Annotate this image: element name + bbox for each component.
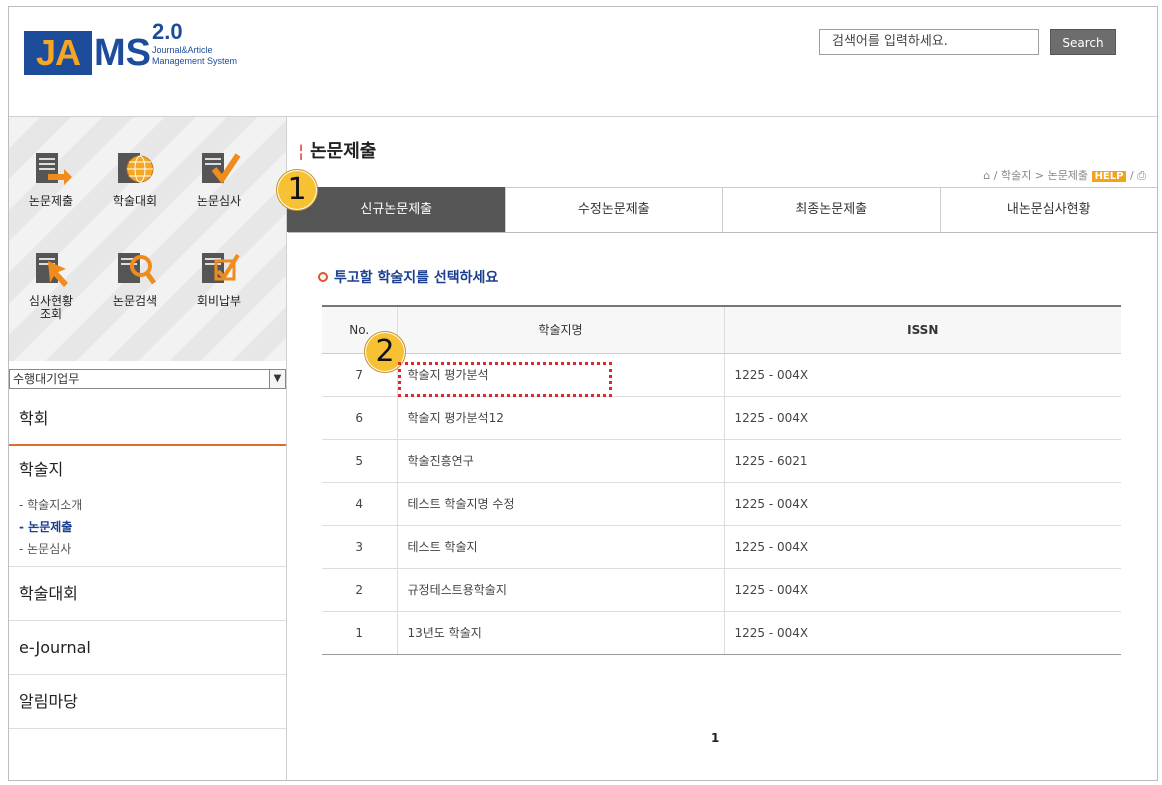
row-journal-link[interactable]: 학술진흥연구 [397, 439, 725, 483]
row-journal-link[interactable]: 테스트 학술지명 수정 [397, 482, 725, 526]
select-journal-heading-text: 투고할 학술지를 선택하세요 [334, 270, 499, 286]
table-row: 4 테스트 학술지명 수정 1225 - 004X [322, 482, 1121, 526]
table-row: 2 규정테스트용학술지 1225 - 004X [322, 568, 1121, 612]
site-header: JA MS 2.0 Journal&Article Management Sys… [9, 7, 1157, 117]
side-nav: 학회 학술지 - 학술지소개 - 논문제출 - 논문심사 학술대회 e-Jour… [9, 392, 286, 729]
pagination-page[interactable]: 1 [711, 731, 719, 745]
tab-revised-submission[interactable]: 수정논문제출 [504, 187, 723, 232]
quick-menu-label: 회비납부 [196, 294, 242, 308]
row-issn: 1225 - 6021 [724, 439, 1121, 483]
quick-menu-label: 학술대회 [112, 194, 158, 208]
quick-menu-review-status[interactable]: 심사현황 조회 [11, 247, 91, 321]
step-1-callout: 1 [276, 169, 318, 211]
doc-check-icon [196, 147, 242, 193]
nav-sub-journal-intro[interactable]: - 학술지소개 [19, 494, 286, 516]
nav-conference[interactable]: 학술대회 [9, 567, 286, 621]
row-journal-link[interactable]: 규정테스트용학술지 [397, 568, 725, 612]
tab-new-submission[interactable]: 신규논문제출 [287, 187, 506, 232]
nav-journal[interactable]: 학술지 [9, 446, 286, 494]
row-issn: 1225 - 004X [724, 482, 1121, 526]
breadcrumb-path: 학술지 > 논문제출 [1001, 169, 1089, 182]
sidebar: 논문제출 학술대회 논문심사 심사현황 조회 논문검색 회비납부 수행대기업무 … [9, 117, 287, 780]
row-no: 4 [322, 482, 398, 526]
quick-menu: 논문제출 학술대회 논문심사 심사현황 조회 논문검색 회비납부 [9, 117, 286, 361]
doc-pen-icon [196, 247, 242, 293]
col-journal-name: 학술지명 [397, 305, 725, 354]
breadcrumb-sep: / [1129, 169, 1134, 182]
nav-sub-paper-review[interactable]: - 논문심사 [19, 538, 286, 560]
quick-menu-conference[interactable]: 학술대회 [95, 147, 175, 208]
quick-menu-label: 논문검색 [112, 294, 158, 308]
row-journal-link[interactable]: 테스트 학술지 [397, 525, 725, 569]
nav-society[interactable]: 학회 [9, 392, 286, 446]
table-row: 6 학술지 평가분석12 1225 - 004X [322, 396, 1121, 440]
nav-sub-paper-submit[interactable]: - 논문제출 [19, 516, 286, 538]
tab-my-review-status[interactable]: 내논문심사현황 [939, 187, 1157, 232]
circle-bullet-icon [318, 272, 328, 282]
browser-frame: JA MS 2.0 Journal&Article Management Sys… [8, 6, 1158, 781]
doc-arrow-icon [28, 147, 74, 193]
help-button[interactable]: HELP [1091, 171, 1127, 182]
breadcrumb-sep: / [993, 169, 998, 182]
breadcrumb: ⌂ / 학술지 > 논문제출 HELP / ⎙ [983, 167, 1146, 183]
quick-menu-label: 심사현황 조회 [11, 295, 91, 321]
logo-subtitle: Journal&Article Management System [152, 45, 262, 67]
task-select[interactable]: 수행대기업무 ▼ [9, 369, 286, 389]
row-no: 1 [322, 611, 398, 655]
main-content: ¦ 논문제출 ⌂ / 학술지 > 논문제출 HELP / ⎙ 신규논문제출 수정논… [287, 117, 1157, 780]
quick-menu-label: 논문심사 [196, 194, 242, 208]
quick-menu-submit[interactable]: 논문제출 [11, 147, 91, 208]
nav-journal-subs: - 학술지소개 - 논문제출 - 논문심사 [9, 494, 286, 567]
logo-version: 2.0 [152, 19, 183, 44]
search-button[interactable]: Search [1050, 29, 1116, 55]
logo-ms: MS [94, 32, 151, 74]
title-bar-icon: ¦ [298, 141, 305, 162]
logo-ja: JA [24, 31, 92, 75]
page-title-text: 논문제출 [310, 141, 377, 162]
row-journal-link[interactable]: 13년도 학술지 [397, 611, 725, 655]
submit-tabs: 신규논문제출 수정논문제출 최종논문제출 내논문심사현황 [287, 187, 1157, 233]
globe-icon [112, 147, 158, 193]
row-issn: 1225 - 004X [724, 611, 1121, 655]
col-issn: ISSN [724, 305, 1121, 354]
row-issn: 1225 - 004X [724, 353, 1121, 397]
row-issn: 1225 - 004X [724, 568, 1121, 612]
row-no: 2 [322, 568, 398, 612]
table-row: 3 테스트 학술지 1225 - 004X [322, 525, 1121, 569]
quick-menu-review[interactable]: 논문심사 [179, 147, 259, 208]
home-icon[interactable]: ⌂ [983, 169, 990, 182]
table-row: 5 학술진흥연구 1225 - 6021 [322, 439, 1121, 483]
search-input[interactable]: 검색어를 입력하세요. [819, 29, 1039, 55]
table-row: 1 13년도 학술지 1225 - 004X [322, 611, 1121, 655]
row-issn: 1225 - 004X [724, 525, 1121, 569]
jams-logo[interactable]: JA MS 2.0 Journal&Article Management Sys… [24, 17, 264, 77]
row-no: 3 [322, 525, 398, 569]
doc-search-icon [112, 247, 158, 293]
logo-subtitle-line1: Journal&Article [152, 45, 213, 55]
tab-final-submission[interactable]: 최종논문제출 [722, 187, 941, 232]
row-issn: 1225 - 004X [724, 396, 1121, 440]
quick-menu-label: 논문제출 [28, 194, 74, 208]
quick-menu-payment[interactable]: 회비납부 [179, 247, 259, 308]
row-no: 6 [322, 396, 398, 440]
row-journal-link[interactable]: 학술지 평가분석12 [397, 396, 725, 440]
doc-cursor-icon [28, 247, 74, 293]
nav-ejournal[interactable]: e-Journal [9, 621, 286, 675]
row-no: 5 [322, 439, 398, 483]
nav-notice[interactable]: 알림마당 [9, 675, 286, 729]
logo-subtitle-line2: Management System [152, 56, 238, 66]
highlight-box [398, 362, 612, 397]
journal-table: No. 학술지명 ISSN 7 학술지 평가분석 1225 - 004X 6 학… [322, 305, 1121, 655]
quick-menu-label-line2: 조회 [39, 307, 63, 321]
select-journal-heading: 투고할 학술지를 선택하세요 [318, 267, 498, 287]
quick-menu-search[interactable]: 논문검색 [95, 247, 175, 308]
chevron-down-icon[interactable]: ▼ [269, 370, 285, 388]
page-title: ¦ 논문제출 [298, 137, 376, 163]
quick-menu-label-line1: 심사현황 [28, 294, 74, 308]
table-header-row: No. 학술지명 ISSN [322, 305, 1121, 354]
print-icon[interactable]: ⎙ [1137, 169, 1146, 182]
task-select-value: 수행대기업무 [13, 372, 80, 386]
